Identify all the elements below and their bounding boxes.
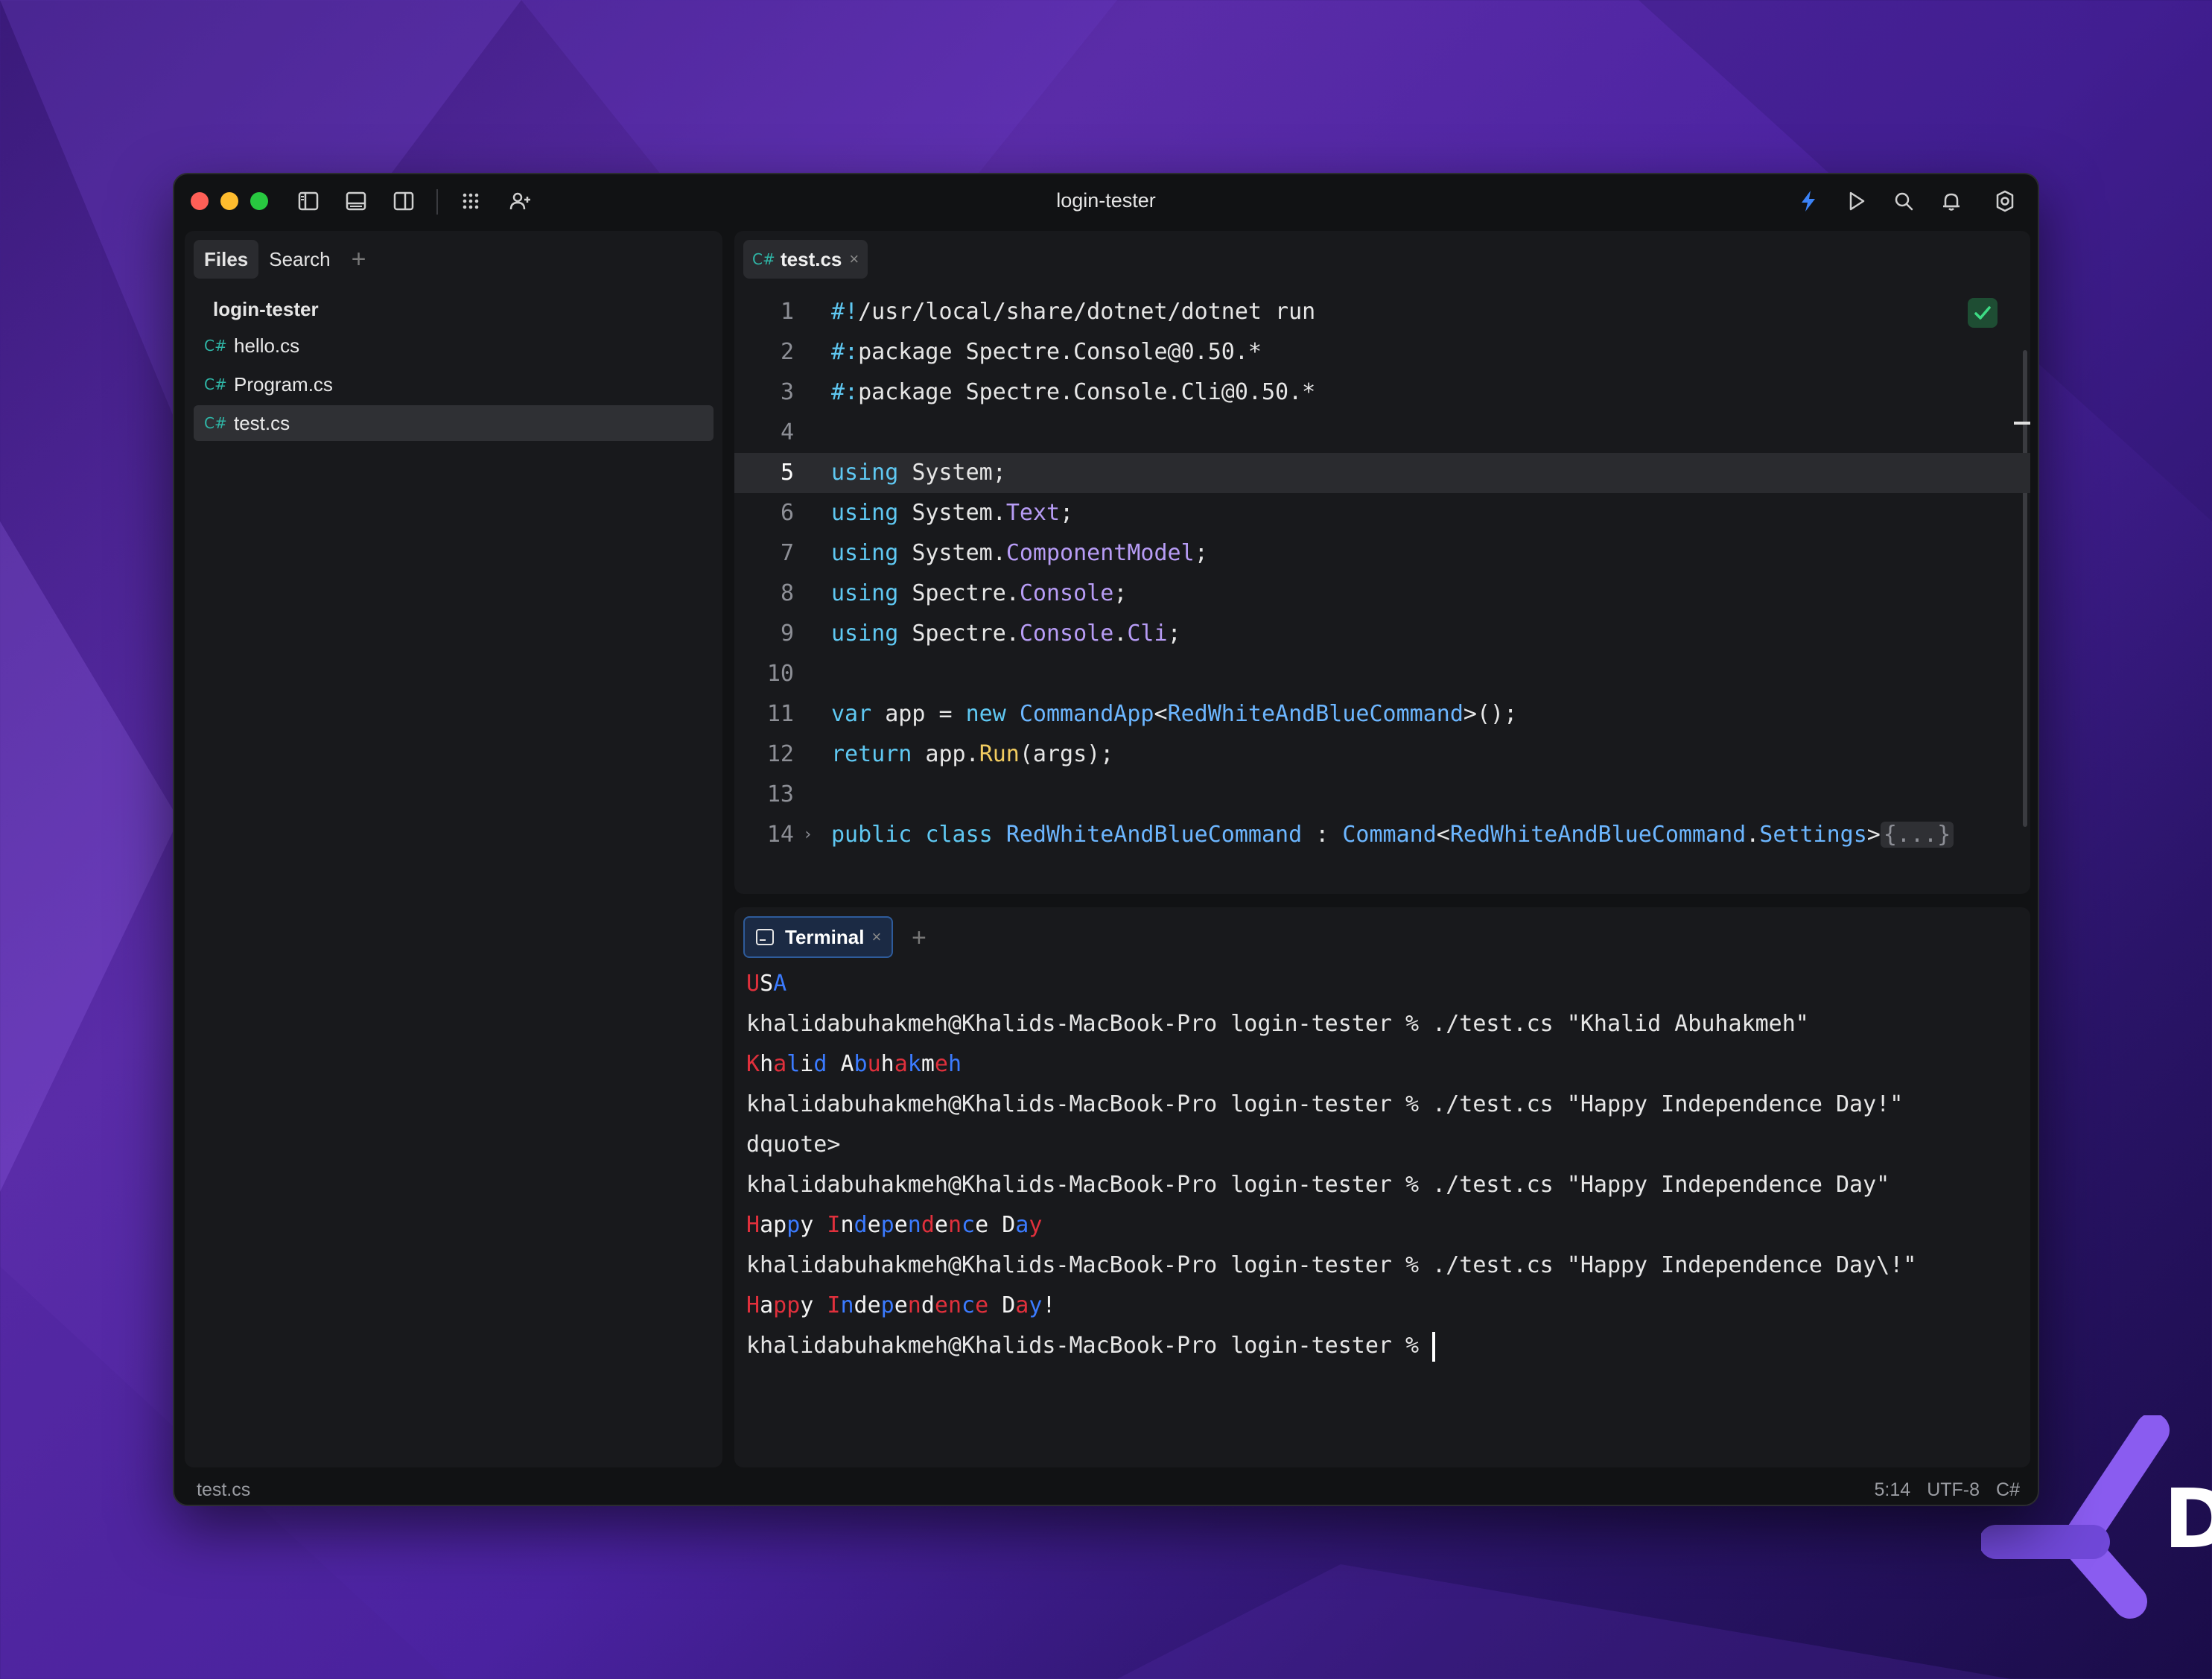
line-number: 13 <box>766 781 794 807</box>
terminal-tab-label: Terminal <box>785 925 865 948</box>
lightning-icon[interactable] <box>1795 188 1822 215</box>
code-line[interactable]: 13 <box>734 775 2030 815</box>
code-line[interactable]: 9 using Spectre.Console.Cli; <box>734 614 2030 654</box>
code-line[interactable]: 11 var app = new CommandApp<RedWhiteAndBl… <box>734 694 2030 734</box>
sidebar-tab-files[interactable]: Files <box>194 240 259 279</box>
terminal-line: khalidabuhakmeh@Khalids-MacBook-Pro logi… <box>746 1011 1809 1037</box>
file-name: hello.cs <box>234 334 300 357</box>
status-right-group: 5:14 UTF-8 C# <box>1875 1479 2020 1501</box>
file-tree: C# hello.cs C# Program.cs C# test.cs <box>194 328 714 444</box>
line-number: 6 <box>780 500 794 526</box>
file-item-hello[interactable]: C# hello.cs <box>194 328 714 364</box>
cursor-position[interactable]: 5:14 <box>1875 1479 1911 1501</box>
line-number: 8 <box>780 580 794 606</box>
file-item-program[interactable]: C# Program.cs <box>194 366 714 402</box>
close-tab-icon[interactable]: × <box>849 250 859 269</box>
terminal-line-colored: Happy Independence Day <box>746 1212 1043 1238</box>
settings-gear-icon[interactable] <box>1992 188 2018 215</box>
code-line[interactable]: 2 #:package Spectre.Console@0.50.* <box>734 332 2030 372</box>
terminal-line: dquote> <box>746 1132 841 1158</box>
terminal-line: khalidabuhakmeh@Khalids-MacBook-Pro logi… <box>746 1252 1917 1278</box>
terminal-prompt: khalidabuhakmeh@Khalids-MacBook-Pro logi… <box>746 1333 1433 1359</box>
window-title: login-tester <box>1056 189 1156 212</box>
app-window: login-tester Files Search + login-tester… <box>173 173 2039 1506</box>
editor-tab-test[interactable]: C# test.cs × <box>743 240 868 279</box>
code-line[interactable]: 10 <box>734 654 2030 694</box>
file-name: test.cs <box>234 411 290 434</box>
csharp-file-icon: C# <box>204 375 227 393</box>
code-line[interactable]: 7 using System.ComponentModel; <box>734 533 2030 574</box>
terminal-output: USA khalidabuhakmeh@Khalids-MacBook-Pro … <box>746 964 1916 1366</box>
code-lines: 1 #!/usr/local/share/dotnet/dotnet run 2 #… <box>734 292 2030 855</box>
line-number: 12 <box>766 741 794 767</box>
brand-logo-letter: D <box>2164 1471 2212 1567</box>
terminal-line: khalidabuhakmeh@Khalids-MacBook-Pro logi… <box>746 1172 1890 1198</box>
code-line[interactable]: 6 using System.Text; <box>734 493 2030 533</box>
close-terminal-icon[interactable]: × <box>871 927 881 947</box>
title-bar: login-tester <box>174 174 2038 229</box>
code-line[interactable]: 1 #!/usr/local/share/dotnet/dotnet run <box>734 292 2030 332</box>
terminal-line-usa: USA <box>746 971 787 997</box>
terminal-line-colored: Khalid Abuhakmeh <box>746 1051 962 1077</box>
line-number: 9 <box>780 620 794 647</box>
code-line-current[interactable]: 5 using System; <box>734 453 2030 493</box>
csharp-file-icon: C# <box>204 414 227 432</box>
terminal-panel[interactable]: Terminal × + USA khalidabuhakmeh@Khalids… <box>734 907 2030 1467</box>
sidebar-tabs: Files Search + <box>194 240 366 279</box>
line-number: 1 <box>780 299 794 325</box>
status-bar: test.cs 5:14 UTF-8 C# <box>174 1473 2038 1505</box>
line-number: 5 <box>780 460 794 486</box>
line-number: 3 <box>780 379 794 405</box>
file-name: Program.cs <box>234 372 333 396</box>
terminal-line: khalidabuhakmeh@Khalids-MacBook-Pro logi… <box>746 1091 1904 1117</box>
code-line[interactable]: 4 <box>734 413 2030 453</box>
code-editor[interactable]: C# test.cs × 1 #!/usr/local/share/dotnet/… <box>734 231 2030 894</box>
line-number: 7 <box>780 540 794 566</box>
line-number: 11 <box>766 701 794 727</box>
terminal-cursor <box>1432 1331 1436 1362</box>
project-sidebar: Files Search + login-tester C# hello.cs … <box>185 231 722 1467</box>
line-number: 14 <box>766 822 794 848</box>
bell-icon[interactable] <box>1938 188 1965 215</box>
code-line[interactable]: 12 return app.Run(args); <box>734 734 2030 775</box>
language-mode[interactable]: C# <box>1996 1479 2020 1501</box>
run-icon[interactable] <box>1843 188 1869 215</box>
search-icon[interactable] <box>1890 188 1917 215</box>
line-number: 2 <box>780 339 794 365</box>
csharp-file-icon: C# <box>204 337 227 355</box>
editor-tab-label: test.cs <box>781 247 842 270</box>
terminal-tab[interactable]: Terminal × <box>743 916 894 958</box>
sidebar-tab-search[interactable]: Search <box>258 240 340 279</box>
terminal-icon <box>756 929 774 945</box>
code-line[interactable]: 3 #:package Spectre.Console.Cli@0.50.* <box>734 372 2030 413</box>
project-root[interactable]: login-tester <box>213 298 319 321</box>
line-number: 4 <box>780 419 794 445</box>
terminal-line-colored: Happy Independence Day! <box>746 1292 1056 1318</box>
status-file-name: test.cs <box>197 1479 251 1500</box>
fold-chevron-icon[interactable]: › <box>803 815 813 855</box>
file-item-test[interactable]: C# test.cs <box>194 405 714 441</box>
collapsed-region[interactable]: {...} <box>1880 822 1954 848</box>
code-line[interactable]: 14 › public class RedWhiteAndBlueCommand :… <box>734 815 2030 855</box>
csharp-file-icon: C# <box>752 250 775 268</box>
terminal-prompt-line[interactable]: khalidabuhakmeh@Khalids-MacBook-Pro logi… <box>746 1326 1916 1366</box>
code-line[interactable]: 8 using Spectre.Console; <box>734 574 2030 614</box>
add-sidebar-tab-button[interactable]: + <box>352 245 366 274</box>
new-terminal-button[interactable]: + <box>912 924 927 953</box>
file-encoding[interactable]: UTF-8 <box>1927 1479 1980 1501</box>
line-number: 10 <box>766 661 794 687</box>
